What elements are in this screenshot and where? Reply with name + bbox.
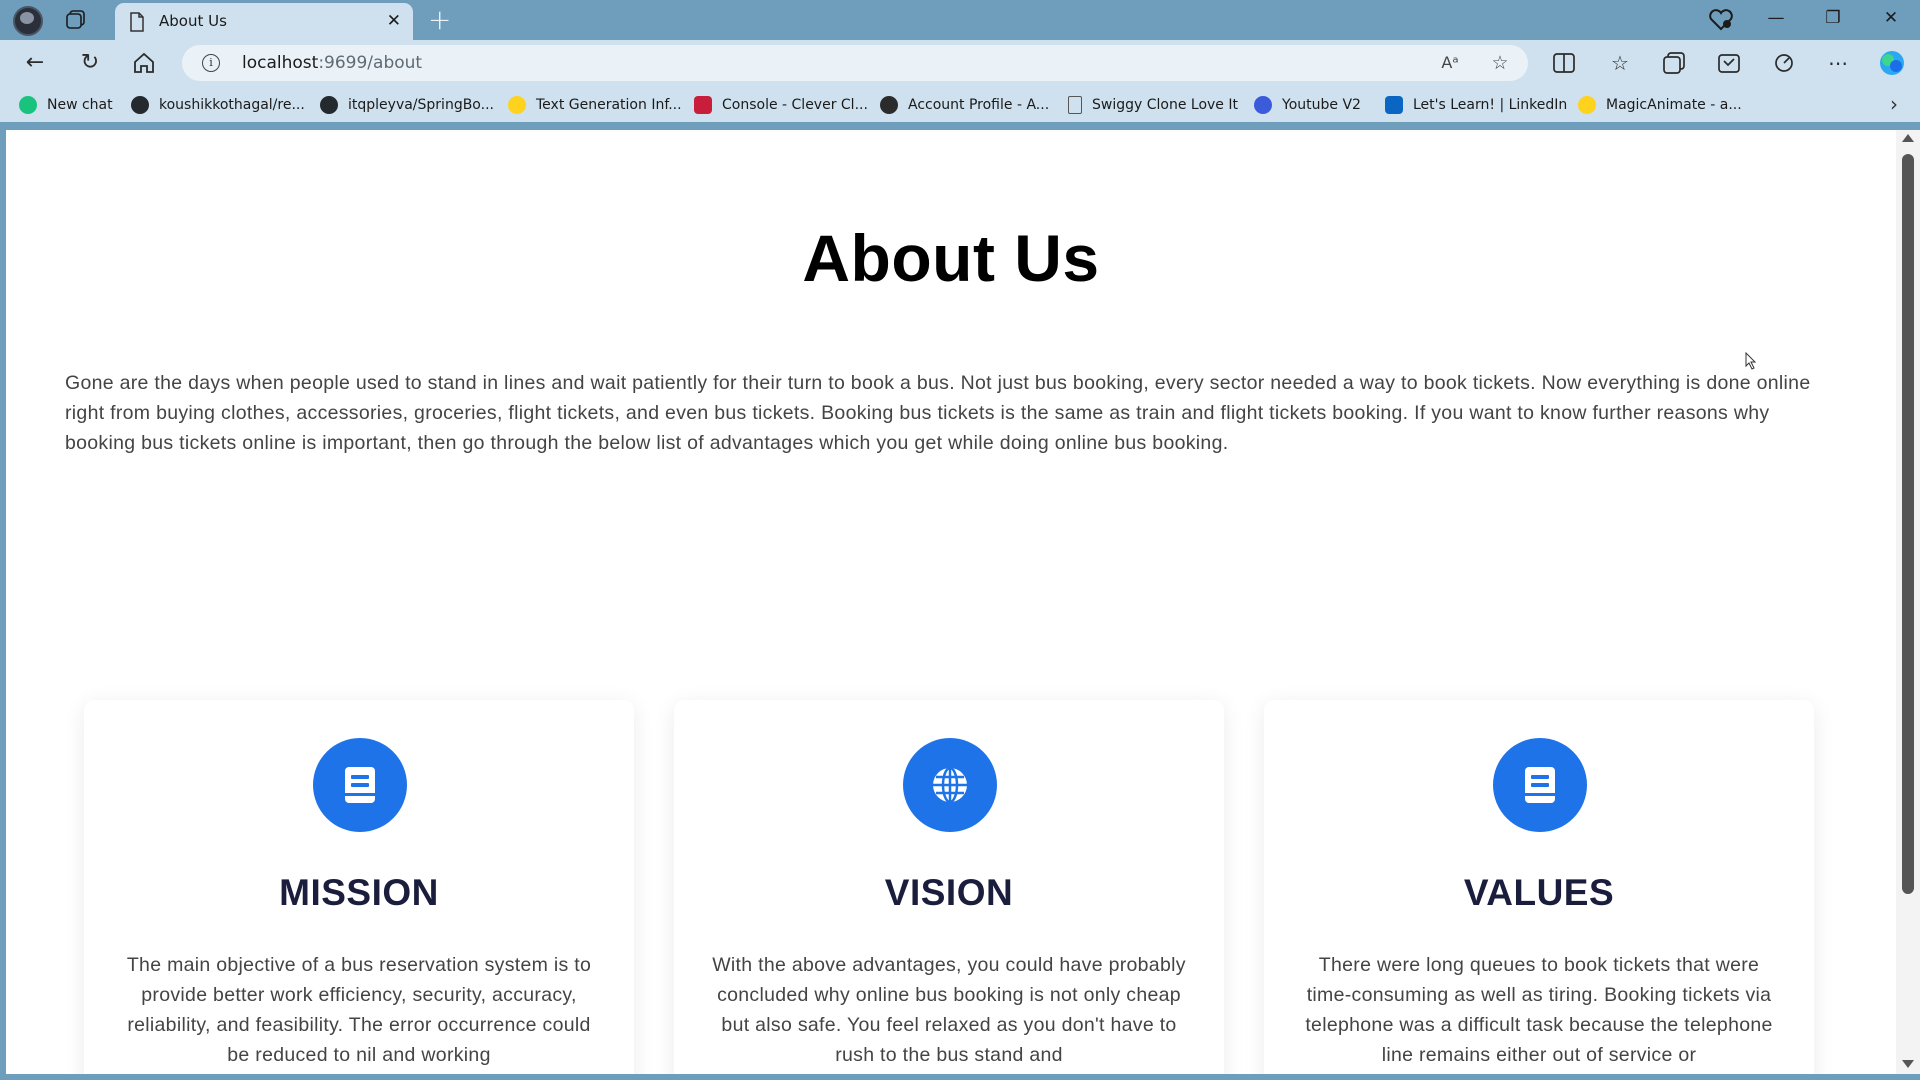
copilot-icon[interactable] — [1878, 49, 1906, 77]
github-icon — [320, 96, 338, 114]
scroll-thumb[interactable] — [1902, 154, 1914, 894]
card-title: VALUES — [1463, 872, 1615, 913]
bookmark-item[interactable]: Account Profile - A... — [880, 95, 1049, 115]
bookmark-item[interactable]: koushikkothagal/re... — [131, 95, 305, 115]
values-card: VALUES There were long queues to book ti… — [1264, 700, 1814, 1074]
mission-card: MISSION The main objective of a bus rese… — [84, 700, 634, 1074]
restore-button[interactable]: ❐ — [1818, 8, 1848, 32]
close-window-button[interactable]: ✕ — [1876, 8, 1906, 32]
account-icon — [880, 96, 898, 114]
card-text: There were long queues to book tickets t… — [1305, 954, 1773, 1066]
home-icon[interactable] — [132, 52, 156, 74]
github-icon — [131, 96, 149, 114]
more-menu-icon[interactable]: ⋯ — [1823, 48, 1853, 78]
hugging-face-icon — [1578, 96, 1596, 114]
split-screen-icon[interactable] — [1553, 53, 1575, 73]
globe-icon — [903, 738, 997, 832]
window-bottom-edge — [0, 1074, 1920, 1080]
bookmark-item[interactable]: New chat — [19, 95, 113, 115]
bookmark-item[interactable]: Youtube V2 — [1254, 95, 1361, 115]
page-viewport: About Us Gone are the days when people u… — [6, 130, 1896, 1074]
book-icon — [313, 738, 407, 832]
vertical-scrollbar[interactable] — [1896, 130, 1920, 1074]
favorites-icon[interactable]: ☆ — [1605, 48, 1635, 78]
bookmark-item[interactable]: Let's Learn! | LinkedIn — [1385, 95, 1567, 115]
page-icon — [1068, 96, 1082, 114]
tab-title: About Us — [159, 12, 227, 30]
active-tab[interactable]: About Us ✕ — [115, 3, 413, 40]
address-url[interactable]: localhost:9699/about — [242, 53, 422, 73]
book-icon — [1493, 738, 1587, 832]
read-aloud-icon[interactable]: Aᵃ — [1437, 50, 1463, 76]
back-button[interactable]: ← — [20, 48, 50, 78]
performance-icon[interactable] — [1773, 52, 1795, 74]
chatgpt-icon — [19, 96, 37, 114]
clever-cloud-icon — [694, 96, 712, 114]
close-tab-icon[interactable]: ✕ — [387, 11, 401, 31]
card-title: VISION — [884, 872, 1014, 913]
scroll-up-arrow-icon[interactable] — [1902, 134, 1914, 142]
browser-toolbar: ← ↻ i localhost:9699/about Aᵃ ☆ ☆ ⋯ — [0, 40, 1920, 86]
browser-tab-bar: About Us ✕ + — ❐ ✕ — [0, 0, 1920, 40]
bookmark-item[interactable]: Swiggy Clone Love It — [1068, 95, 1238, 115]
linkedin-icon — [1385, 96, 1403, 114]
page-title: About Us — [802, 221, 1100, 295]
tab-actions-icon[interactable] — [64, 9, 88, 31]
bookmark-item[interactable]: MagicAnimate - a... — [1578, 95, 1742, 115]
bookmarks-bar: New chat koushikkothagal/re... itqpleyva… — [0, 86, 1920, 122]
vision-card: VISION With the above advantages, you co… — [674, 700, 1224, 1074]
bookmark-item[interactable]: itqpleyva/SpringBo... — [320, 95, 494, 115]
site-info-icon[interactable]: i — [202, 54, 220, 72]
favorite-star-icon[interactable]: ☆ — [1487, 50, 1513, 76]
youtube-v2-icon — [1254, 96, 1272, 114]
minimize-button[interactable]: — — [1761, 8, 1791, 32]
chevron-right-icon[interactable]: › — [1890, 92, 1898, 116]
scroll-down-arrow-icon[interactable] — [1902, 1060, 1914, 1068]
document-icon — [130, 12, 144, 32]
extensions-icon[interactable] — [1718, 52, 1740, 74]
card-title: MISSION — [279, 872, 439, 913]
copilot-heart-icon[interactable] — [1708, 9, 1734, 31]
card-text: With the above advantages, you could hav… — [712, 954, 1186, 1066]
bookmark-item[interactable]: Text Generation Inf... — [508, 95, 682, 115]
card-text: The main objective of a bus reservation … — [126, 954, 592, 1066]
intro-paragraph: Gone are the days when people used to st… — [65, 372, 1811, 454]
bookmark-item[interactable]: Console - Clever Cl... — [694, 95, 868, 115]
address-bar[interactable]: i localhost:9699/about Aᵃ ☆ — [182, 45, 1528, 81]
hugging-face-icon — [508, 96, 526, 114]
profile-avatar[interactable] — [13, 6, 43, 36]
new-tab-button[interactable]: + — [428, 3, 451, 36]
mouse-cursor-icon — [1745, 352, 1757, 370]
refresh-button[interactable]: ↻ — [75, 48, 105, 78]
collections-icon[interactable] — [1663, 52, 1685, 74]
